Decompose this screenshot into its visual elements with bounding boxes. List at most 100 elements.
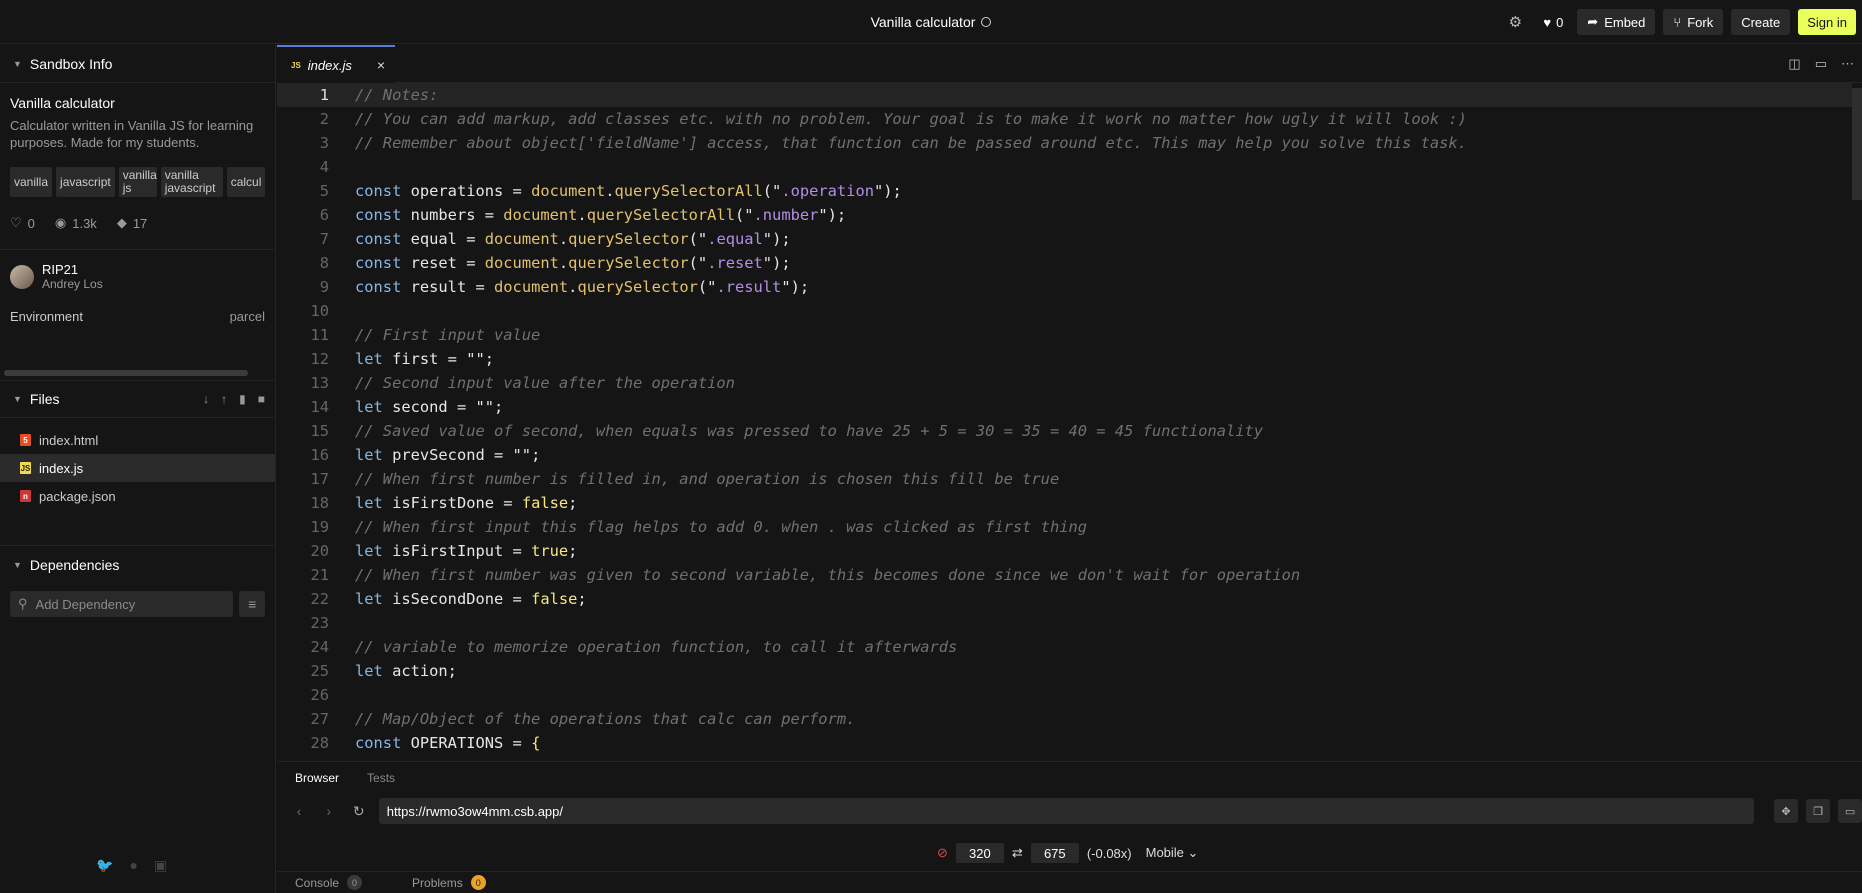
line-number: 4	[319, 158, 329, 176]
code-token: .equal	[707, 230, 763, 248]
sandbox-title[interactable]: Vanilla calculator	[871, 14, 976, 30]
sandbox-info-header[interactable]: ▼ Sandbox Info	[0, 45, 275, 83]
swap-icon[interactable]: ⇄	[1012, 845, 1023, 861]
likes-count: 0	[27, 215, 35, 231]
code-line: 8 const reset = document.querySelector(".…	[277, 251, 1852, 275]
social-links: 🐦 ● ▣	[96, 857, 167, 874]
line-number: 23	[310, 614, 329, 632]
editor-tab-bar: JS index.js × ◫ ▭ ⋯	[277, 45, 1862, 83]
embed-label: Embed	[1604, 14, 1646, 30]
twitter-icon[interactable]: 🐦	[96, 857, 113, 874]
upload-icon[interactable]: ↑	[221, 392, 227, 406]
author-name: Andrey Los	[42, 277, 103, 291]
code-token: isSecondDone =	[382, 590, 532, 608]
no-entry-icon[interactable]: ⊘	[937, 845, 948, 861]
embed-button[interactable]: ➦ Embed	[1577, 9, 1656, 35]
back-icon[interactable]: ‹	[289, 803, 309, 819]
split-view-icon[interactable]: ◫	[1788, 56, 1800, 72]
height-input[interactable]: 675	[1030, 843, 1079, 863]
tag[interactable]: calcul	[226, 167, 266, 197]
line-content: let isFirstInput = true;	[355, 539, 577, 563]
like-button[interactable]: ♥ 0	[1537, 9, 1569, 35]
tab-browser[interactable]: Browser	[295, 771, 339, 785]
caret-down-icon: ▼	[13, 394, 22, 404]
tag[interactable]: vanilla javascript	[160, 167, 223, 197]
close-icon[interactable]: ×	[377, 57, 385, 73]
line-content: let second = "";	[355, 395, 503, 419]
code-line: 27 // Map/Object of the operations that c…	[277, 707, 1852, 731]
file-item-package-json[interactable]: n package.json	[0, 482, 275, 510]
line-content: // You can add markup, add classes etc. …	[355, 107, 1467, 131]
line-content: const OPERATIONS = {	[355, 731, 540, 755]
code-token: ("	[697, 278, 717, 296]
download-icon[interactable]: ↓	[203, 392, 209, 406]
code-line: 16 let prevSecond = "";	[277, 443, 1852, 467]
line-number: 18	[310, 494, 329, 512]
line-number: 16	[310, 446, 329, 464]
new-folder-icon[interactable]: ■	[258, 392, 265, 406]
code-token: // You can add markup, add classes etc. …	[355, 110, 1467, 128]
fork-label: Fork	[1687, 14, 1714, 30]
files-header[interactable]: ▼ Files ↓ ↑ ▮ ■	[0, 380, 275, 418]
url-bar[interactable]: https://rwmo3ow4mm.csb.app/	[378, 798, 1755, 824]
heart-outline-icon: ♡	[10, 215, 22, 230]
editor-vertical-scrollbar[interactable]	[1852, 88, 1862, 200]
more-icon[interactable]: ⋯	[1841, 56, 1854, 72]
file-name: index.html	[39, 432, 99, 448]
author[interactable]: RIP21 Andrey Los	[0, 250, 275, 301]
code-token: let	[355, 662, 383, 680]
responsive-icon[interactable]: ✥	[1774, 799, 1799, 823]
tag[interactable]: vanilla js	[118, 167, 157, 197]
preview-icon[interactable]: ▭	[1815, 56, 1827, 72]
tab-tests[interactable]: Tests	[367, 771, 395, 785]
status-bar: Console 0 Problems 0	[277, 871, 1862, 893]
code-token: querySelector	[568, 230, 689, 248]
device-select[interactable]: Mobile ⌄	[1146, 845, 1199, 861]
code-token: equal =	[401, 230, 485, 248]
code-line: 25 let action;	[277, 659, 1852, 683]
horizontal-scrollbar[interactable]	[4, 370, 248, 376]
fork-button[interactable]: ⑂ Fork	[1663, 9, 1724, 35]
file-name: package.json	[39, 488, 116, 504]
dependencies-header[interactable]: ▼ Dependencies	[0, 545, 275, 583]
browser-actions: ✥ ❐ ▭	[1774, 799, 1862, 823]
code-token: ("	[734, 206, 754, 224]
console-tab[interactable]: Console 0	[295, 875, 363, 890]
tag-list: vanilla javascript vanilla js vanilla ja…	[10, 167, 276, 197]
gear-icon[interactable]: ⚙	[1501, 9, 1529, 35]
github-icon[interactable]: ●	[129, 857, 137, 874]
tag[interactable]: vanilla	[10, 167, 53, 197]
new-file-icon[interactable]: ▮	[239, 392, 246, 406]
js-file-icon: JS	[20, 462, 31, 474]
problems-tab[interactable]: Problems 0	[412, 875, 486, 890]
code-editor[interactable]: 1 // Notes: 2 // You can add markup, add cl…	[277, 83, 1862, 761]
line-number: 10	[310, 302, 329, 320]
new-window-icon[interactable]: ❐	[1806, 799, 1831, 823]
refresh-icon[interactable]: ↻	[349, 803, 369, 820]
heart-icon: ♥	[1543, 14, 1552, 30]
add-dependency-input[interactable]: ⚲ Add Dependency	[10, 591, 234, 617]
file-item-index-html[interactable]: 5 index.html	[0, 426, 275, 454]
create-button[interactable]: Create	[1731, 9, 1791, 35]
code-token: let	[355, 542, 383, 560]
signin-button[interactable]: Sign in	[1798, 9, 1856, 35]
code-line: 14 let second = "";	[277, 395, 1852, 419]
line-content: const result = document.querySelector(".…	[355, 275, 809, 299]
file-item-index-js[interactable]: JS index.js	[0, 454, 275, 482]
code-token: // variable to memorize operation functi…	[355, 638, 958, 656]
width-input[interactable]: 320	[955, 843, 1004, 863]
forward-icon[interactable]: ›	[319, 803, 339, 819]
line-number: 26	[310, 686, 329, 704]
code-token: ("	[762, 182, 782, 200]
code-token: ");	[762, 230, 791, 248]
fullscreen-icon[interactable]: ▭	[1838, 799, 1862, 823]
caret-down-icon: ▼	[13, 58, 22, 69]
dependency-menu-button[interactable]: ≡	[239, 591, 265, 617]
code-token: prevSecond = "";	[382, 446, 541, 464]
tag[interactable]: javascript	[56, 167, 115, 197]
line-number: 28	[310, 734, 329, 752]
code-line: 2 // You can add markup, add classes etc.…	[277, 107, 1852, 131]
chat-icon[interactable]: ▣	[154, 857, 167, 874]
tab-index-js[interactable]: JS index.js ×	[277, 45, 395, 83]
code-token: ("	[688, 230, 708, 248]
